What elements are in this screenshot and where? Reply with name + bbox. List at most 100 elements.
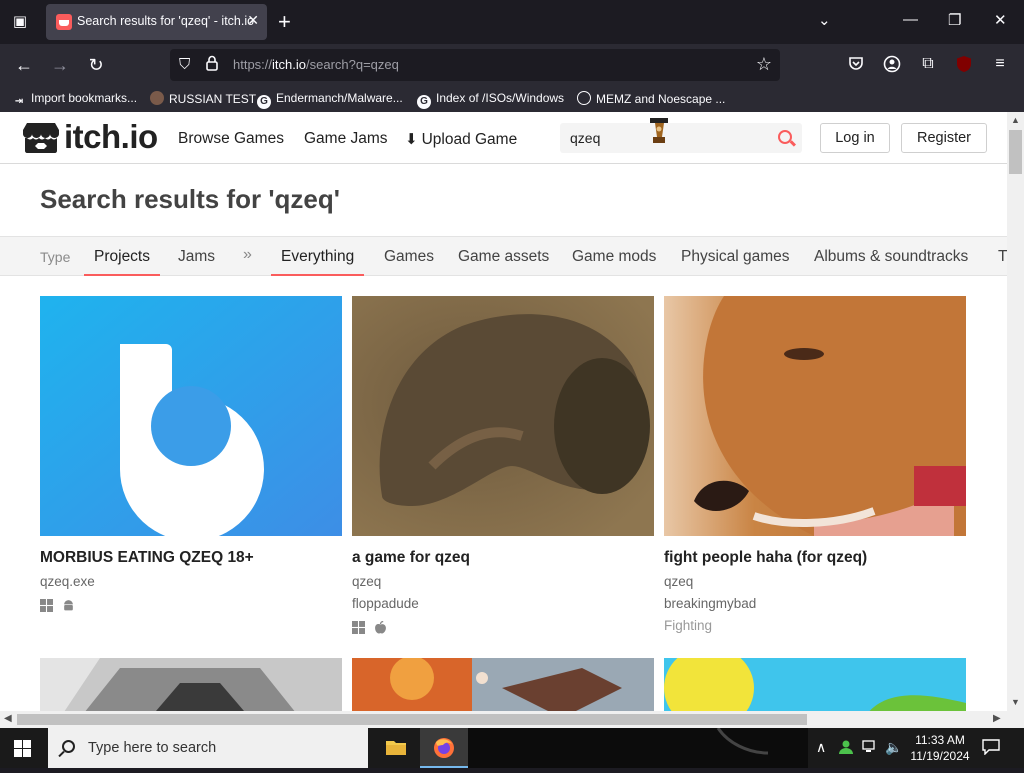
url-text[interactable]: https://itch.io/search?q=qzeq bbox=[233, 57, 399, 72]
scroll-down-icon[interactable]: ▼ bbox=[1011, 697, 1020, 707]
tab-title: Search results for 'qzeq' - itch.io bbox=[77, 14, 255, 28]
shield-icon[interactable]: ⛉ bbox=[179, 56, 190, 73]
bookmark-import[interactable]: ⇥ Import bookmarks... bbox=[12, 91, 137, 109]
bookmark-star-icon[interactable]: ☆ bbox=[756, 54, 772, 75]
browse-games-link[interactable]: Browse Games bbox=[178, 130, 284, 148]
tab-bar: ▣ Search results for 'qzeq' - itch.io ✕ … bbox=[0, 0, 1024, 44]
game-author[interactable]: qzeq bbox=[352, 574, 381, 589]
reload-icon[interactable]: ↻ bbox=[84, 53, 108, 77]
site-search bbox=[560, 123, 802, 153]
vertical-scroll-thumb[interactable] bbox=[1009, 130, 1022, 174]
address-bar[interactable]: ⛉ https://itch.io/search?q=qzeq ☆ bbox=[170, 49, 780, 81]
active-tab[interactable]: Search results for 'qzeq' - itch.io ✕ bbox=[46, 4, 267, 40]
close-tab-icon[interactable]: ✕ bbox=[247, 12, 259, 29]
system-clock[interactable]: 11:33 AM 11/19/2024 bbox=[905, 732, 975, 764]
navigation-toolbar: ← → ↻ ⛉ https://itch.io/search?q=qzeq ☆ … bbox=[0, 44, 1024, 104]
google-icon: G bbox=[417, 95, 431, 109]
tab-game-assets[interactable]: Game assets bbox=[458, 248, 549, 266]
ublock-extension-icon[interactable] bbox=[953, 55, 975, 78]
pocket-icon[interactable] bbox=[845, 55, 867, 76]
game-author[interactable]: breakingmybad bbox=[664, 596, 756, 611]
log-in-button[interactable]: Log in bbox=[820, 123, 890, 153]
notifications-icon[interactable] bbox=[982, 739, 1000, 758]
bookmark-memz[interactable]: MEMZ and Noescape ... bbox=[577, 91, 725, 106]
separator-icon: » bbox=[243, 246, 252, 263]
new-tab-icon[interactable]: + bbox=[278, 9, 291, 35]
itch-logo-icon[interactable] bbox=[22, 121, 60, 155]
scroll-corner bbox=[1007, 711, 1024, 728]
horizontal-scroll-thumb[interactable] bbox=[17, 714, 807, 725]
scroll-up-icon[interactable]: ▲ bbox=[1011, 115, 1020, 125]
tab-games[interactable]: Games bbox=[384, 248, 434, 266]
volume-icon[interactable]: 🔈 bbox=[885, 739, 902, 756]
windows-start-icon[interactable] bbox=[14, 740, 31, 757]
game-thumbnail[interactable] bbox=[40, 296, 342, 536]
wallpaper-strip bbox=[468, 727, 808, 768]
minimize-icon[interactable]: — bbox=[903, 11, 918, 28]
file-explorer-icon[interactable] bbox=[372, 728, 420, 768]
account-icon[interactable] bbox=[881, 55, 903, 78]
itch-favicon-icon bbox=[56, 14, 72, 30]
game-author[interactable]: floppadude bbox=[352, 596, 419, 611]
clock-date: 11/19/2024 bbox=[910, 749, 970, 763]
bookmark-isos[interactable]: G Index of /ISOs/Windows bbox=[417, 91, 564, 109]
game-title[interactable]: a game for qzeq bbox=[352, 549, 470, 567]
menu-icon[interactable]: ≡ bbox=[989, 55, 1011, 73]
android-icon bbox=[64, 600, 74, 611]
scroll-right-icon[interactable]: ▶ bbox=[993, 713, 1001, 724]
game-jams-link[interactable]: Game Jams bbox=[304, 130, 388, 148]
vertical-scrollbar[interactable]: ▲ ▼ bbox=[1007, 112, 1024, 711]
game-thumbnail[interactable] bbox=[664, 658, 966, 711]
game-thumbnail[interactable] bbox=[352, 658, 654, 711]
type-label: Type bbox=[40, 249, 71, 265]
network-icon[interactable] bbox=[862, 739, 878, 758]
close-window-icon[interactable]: ✕ bbox=[994, 11, 1007, 29]
game-thumbnail[interactable] bbox=[40, 658, 342, 711]
taskbar-search[interactable]: Type here to search bbox=[48, 728, 368, 768]
extensions-puzzle-icon[interactable]: ⧉ bbox=[917, 55, 939, 73]
platform-list bbox=[352, 620, 393, 635]
search-icon bbox=[62, 740, 75, 753]
show-hidden-icons[interactable]: ∧ bbox=[816, 739, 826, 756]
horizontal-scrollbar[interactable]: ◀ ▶ bbox=[0, 711, 1007, 728]
game-author[interactable]: qzeq.exe bbox=[40, 574, 95, 589]
game-genre[interactable]: Fighting bbox=[664, 618, 712, 633]
import-icon: ⇥ bbox=[14, 96, 24, 107]
back-arrow-icon[interactable]: ← bbox=[12, 53, 36, 77]
apple-icon bbox=[375, 621, 387, 634]
game-thumbnail[interactable] bbox=[664, 296, 966, 536]
bookmarks-toolbar: ⇥ Import bookmarks... RUSSIAN TEST G Ender… bbox=[0, 86, 1024, 112]
tab-physical-games[interactable]: Physical games bbox=[681, 248, 790, 266]
tab-projects[interactable]: Projects bbox=[84, 248, 160, 276]
register-button[interactable]: Register bbox=[901, 123, 987, 153]
bookmark-endermanch[interactable]: G Endermanch/Malware... bbox=[257, 91, 403, 109]
tab-jams[interactable]: Jams bbox=[178, 248, 215, 266]
scroll-left-icon[interactable]: ◀ bbox=[4, 713, 12, 724]
tab-game-mods[interactable]: Game mods bbox=[572, 248, 656, 266]
game-title[interactable]: fight people haha (for qzeq) bbox=[664, 549, 867, 567]
game-title[interactable]: MORBIUS EATING QZEQ 18+ bbox=[40, 549, 254, 567]
tab-albums-soundtracks[interactable]: Albums & soundtracks bbox=[814, 248, 968, 266]
upload-icon: ⬇ bbox=[405, 131, 418, 148]
windows-icon bbox=[352, 621, 365, 635]
list-all-tabs-icon[interactable]: ▣ bbox=[8, 11, 32, 33]
tab-truncated[interactable]: T bbox=[998, 248, 1007, 266]
lock-icon[interactable] bbox=[206, 55, 218, 75]
upload-game-link[interactable]: ⬇ Upload Game bbox=[405, 130, 517, 149]
search-icon[interactable] bbox=[778, 130, 792, 144]
bookmark-russian-test[interactable]: RUSSIAN TEST bbox=[150, 91, 256, 106]
clock-time: 11:33 AM bbox=[915, 733, 965, 747]
tab-everything[interactable]: Everything bbox=[270, 248, 365, 276]
chevron-down-icon[interactable]: ⌄ bbox=[818, 11, 831, 29]
forward-arrow-icon[interactable]: → bbox=[48, 53, 72, 77]
filter-bar: Type Projects Jams » Everything Games Ga… bbox=[0, 236, 1007, 276]
game-author[interactable]: qzeq bbox=[664, 574, 693, 589]
custom-cursor-icon bbox=[650, 118, 668, 143]
restore-icon[interactable]: ❐ bbox=[948, 11, 961, 29]
google-icon: G bbox=[257, 95, 271, 109]
itch-logo-text[interactable]: itch.io bbox=[64, 118, 158, 156]
taskbar-search-placeholder: Type here to search bbox=[88, 740, 217, 756]
user-tray-icon[interactable] bbox=[838, 739, 854, 758]
firefox-icon[interactable] bbox=[420, 728, 468, 768]
game-thumbnail[interactable] bbox=[352, 296, 654, 536]
